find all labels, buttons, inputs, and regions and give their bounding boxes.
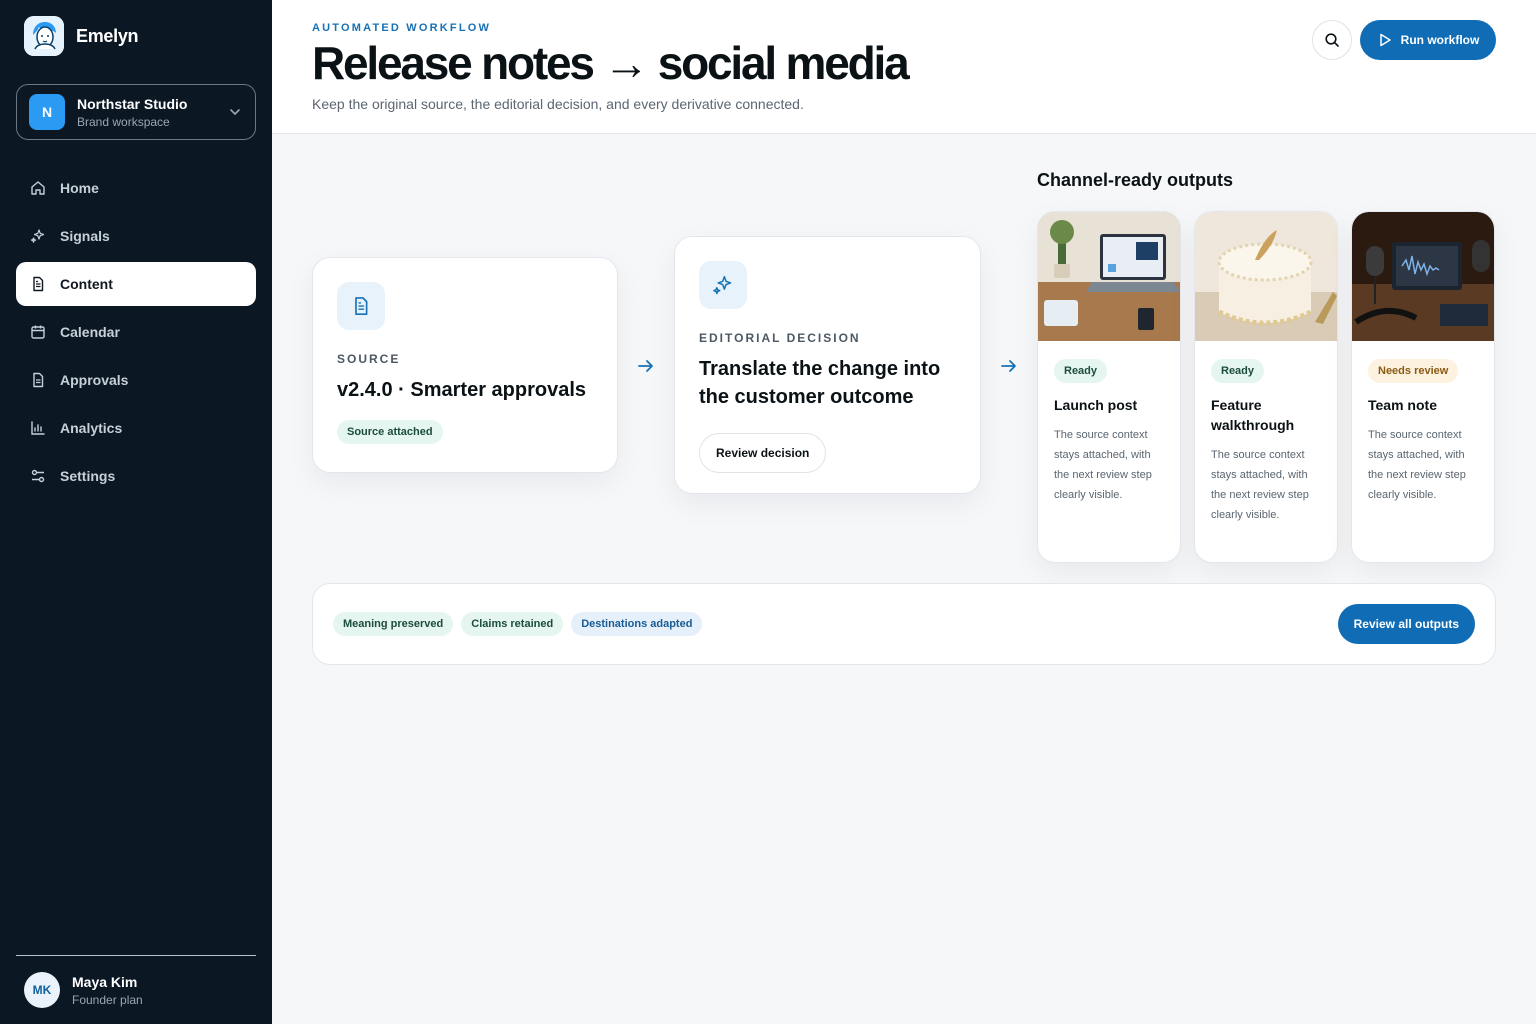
nav-item-signals[interactable]: Signals (16, 214, 256, 258)
review-decision-button[interactable]: Review decision (699, 433, 827, 473)
run-workflow-button[interactable]: Run workflow (1360, 20, 1496, 60)
bar-chart-icon (31, 421, 45, 435)
status-badge: Ready (1054, 359, 1108, 383)
workspace-subtitle: Brand workspace (77, 114, 170, 129)
workspace-avatar: N (29, 94, 65, 130)
page-title: Release notes → social media (312, 37, 910, 89)
chip-claims-retained: Claims retained (461, 612, 564, 636)
output-description: The source context stays attached, with … (1054, 429, 1152, 501)
chip-destinations-adapted: Destinations adapted (571, 612, 703, 636)
decision-title: Translate the change into the customer o… (699, 358, 941, 408)
output-title: Launch post (1054, 397, 1138, 413)
output-title: Team note (1368, 397, 1437, 413)
sidebar: Emelyn N Northstar Studio Brand workspac… (0, 0, 272, 1024)
divider (16, 955, 256, 956)
run-workflow-label: Run workflow (1400, 33, 1480, 47)
nav-item-settings[interactable]: Settings (16, 454, 256, 498)
output-card-team-note[interactable]: Needs review Team note The source contex… (1351, 211, 1495, 563)
output-card-launch-post[interactable]: Ready Launch post The source context sta… (1037, 211, 1181, 563)
nav-item-label: Home (60, 180, 99, 196)
play-icon (1379, 33, 1391, 47)
output-description: The source context stays attached, with … (1211, 449, 1309, 521)
user-plan: Founder plan (72, 992, 143, 1007)
nav-item-label: Calendar (60, 324, 120, 340)
page-subtitle: Keep the original source, the editorial … (312, 96, 804, 112)
user-name: Maya Kim (72, 973, 138, 990)
decision-kicker: EDITORIAL DECISION (699, 331, 861, 345)
avatar-face-icon (24, 16, 64, 56)
arrow-right-icon (1001, 360, 1016, 372)
podcast-mic-photo (1352, 212, 1494, 341)
eyebrow: AUTOMATED WORKFLOW (312, 22, 492, 34)
sparkle-icon (699, 261, 747, 309)
summary-bar: Meaning preserved Claims retained Destin… (312, 583, 1496, 665)
outputs-heading: Channel-ready outputs (1037, 170, 1234, 190)
output-description: The source context stays attached, with … (1368, 429, 1466, 501)
source-card[interactable]: SOURCE v2.4.0 · Smarter approvals Source… (312, 257, 618, 473)
home-icon (31, 181, 45, 195)
cake-photo (1195, 212, 1337, 341)
output-card-feature-walkthrough[interactable]: Ready Feature walkthrough The source con… (1194, 211, 1338, 563)
status-badge: Needs review (1368, 359, 1459, 383)
nav-item-content[interactable]: Content (16, 262, 256, 306)
document-check-icon (33, 372, 44, 388)
avatar: MK (24, 972, 60, 1008)
source-kicker: SOURCE (337, 352, 401, 366)
main-nav: Home Signals Content Calendar Approvals … (16, 166, 256, 502)
search-icon (1325, 33, 1339, 47)
nav-item-label: Content (60, 276, 113, 292)
user-profile[interactable]: MK Maya Kim Founder plan (24, 972, 143, 1008)
document-icon (337, 282, 385, 330)
calendar-icon (31, 325, 45, 339)
output-title: Feature walkthrough (1211, 397, 1295, 433)
page-header: AUTOMATED WORKFLOW Release notes → socia… (272, 0, 1536, 134)
source-title: v2.4.0 · Smarter approvals (337, 379, 587, 401)
nav-item-analytics[interactable]: Analytics (16, 406, 256, 450)
chip-meaning-preserved: Meaning preserved (333, 612, 454, 636)
review-all-outputs-button[interactable]: Review all outputs (1337, 604, 1475, 644)
nav-item-calendar[interactable]: Calendar (16, 310, 256, 354)
sliders-icon (31, 469, 45, 483)
brand[interactable]: Emelyn (24, 16, 139, 56)
workspace-switcher[interactable]: N Northstar Studio Brand workspace (16, 84, 256, 140)
brand-name: Emelyn (76, 25, 139, 46)
sparkle-icon (30, 229, 45, 243)
nav-item-label: Settings (60, 468, 116, 484)
nav-item-label: Signals (60, 228, 110, 244)
laptop-desk-photo (1038, 212, 1180, 341)
search-button[interactable] (1312, 20, 1352, 60)
chevron-down-icon (230, 109, 240, 115)
nav-item-approvals[interactable]: Approvals (16, 358, 256, 402)
nav-item-label: Analytics (60, 420, 123, 436)
decision-card[interactable]: EDITORIAL DECISION Translate the change … (674, 236, 981, 494)
nav-item-label: Approvals (60, 372, 129, 388)
status-badge: Source attached (337, 420, 443, 444)
document-icon (33, 276, 44, 292)
nav-item-home[interactable]: Home (16, 166, 256, 210)
arrow-right-icon (638, 360, 653, 372)
workspace-name: Northstar Studio (77, 95, 188, 112)
status-badge: Ready (1211, 359, 1265, 383)
